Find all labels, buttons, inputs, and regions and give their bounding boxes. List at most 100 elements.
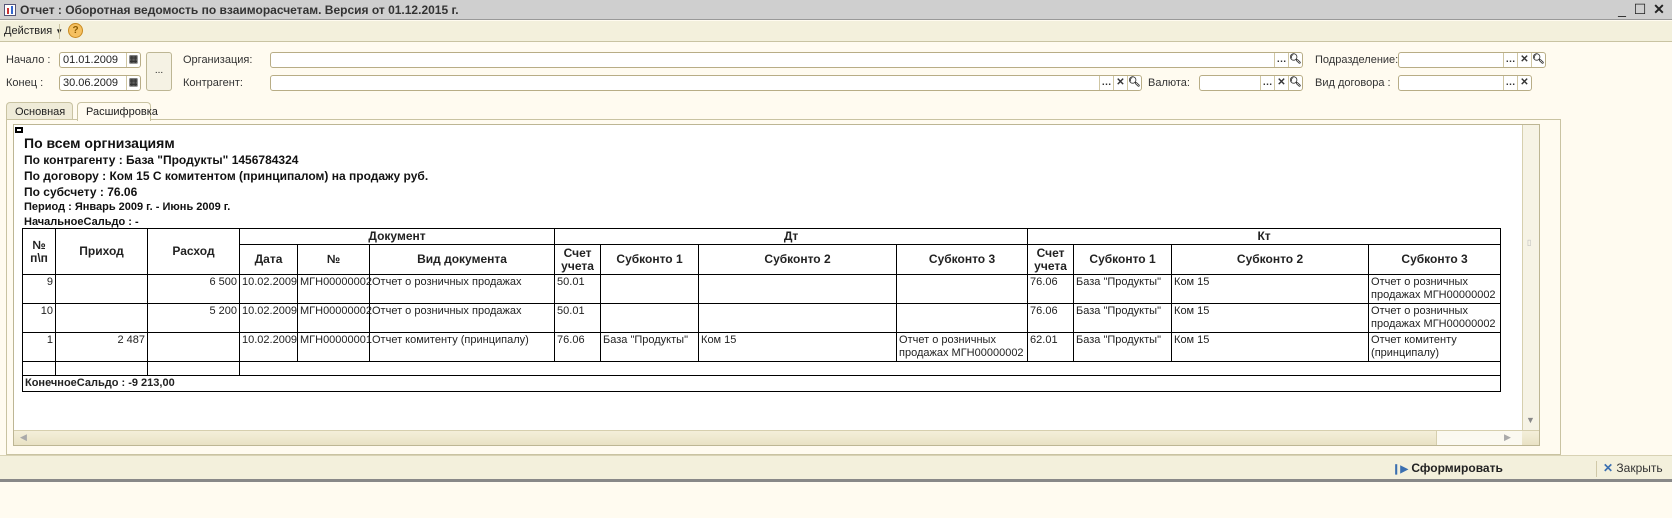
cell-doctype: Отчет о розничных продажах bbox=[368, 303, 556, 333]
calendar-icon[interactable]: ▦ bbox=[126, 53, 140, 67]
close-button[interactable]: ✕ Закрыть bbox=[1603, 461, 1663, 475]
generate-button[interactable]: ❙▶ Сформировать bbox=[1392, 461, 1503, 475]
select-button[interactable]: … bbox=[1099, 76, 1113, 90]
report-period: Период : Январь 2009 г. - Июнь 2009 г. bbox=[24, 201, 231, 213]
cell-dt-s3: Отчет о розничных продажах МГН00000002 bbox=[896, 332, 1029, 362]
col-income: Приход bbox=[55, 228, 148, 275]
col-dt-sub3: Субконто 3 bbox=[896, 244, 1029, 275]
cell-kt-s2: Ком 15 bbox=[1171, 332, 1370, 362]
cell-kt-s1: База "Продукты" bbox=[1073, 332, 1173, 362]
horizontal-scrollbar[interactable]: ◀ ▶ bbox=[14, 430, 1539, 445]
currency-input[interactable]: … ✕ 🔍︎ bbox=[1199, 75, 1303, 91]
calendar-icon[interactable]: ▦ bbox=[126, 76, 140, 90]
col-kt-sub3: Субконто 3 bbox=[1368, 244, 1502, 275]
cell-dt-s1 bbox=[600, 274, 700, 304]
cell-docnum: МГН00000001 bbox=[297, 332, 372, 362]
scroll-thumb[interactable]: ▯ bbox=[1527, 238, 1531, 247]
cell-kt-s1: База "Продукты" bbox=[1073, 303, 1173, 333]
col-kt-sub1: Субконто 1 bbox=[1073, 244, 1173, 275]
cell-income bbox=[55, 274, 148, 304]
select-button[interactable]: … bbox=[1260, 76, 1274, 90]
col-kt: Кт bbox=[1027, 228, 1502, 245]
search-icon[interactable]: 🔍︎ bbox=[1127, 76, 1141, 90]
scroll-left-arrow-icon[interactable]: ◀ bbox=[20, 432, 27, 443]
counterparty-input[interactable]: … ✕ 🔍︎ bbox=[270, 75, 1142, 91]
organization-input[interactable]: … 🔍︎ bbox=[270, 52, 1303, 68]
cell-n: 1 bbox=[22, 332, 56, 362]
division-input[interactable]: … ✕ 🔍︎ bbox=[1398, 52, 1546, 68]
org-label: Организация: bbox=[183, 54, 253, 66]
cell-doctype: Отчет о розничных продажах bbox=[368, 274, 556, 304]
col-expense: Расход bbox=[147, 228, 240, 275]
select-button[interactable]: … bbox=[1274, 53, 1288, 67]
cell-income bbox=[55, 303, 148, 333]
period-select-button[interactable]: ... bbox=[146, 52, 172, 91]
clear-icon[interactable]: ✕ bbox=[1274, 76, 1288, 90]
search-icon[interactable]: 🔍︎ bbox=[1531, 53, 1545, 67]
start-date-input[interactable]: 01.01.2009 ▦ bbox=[59, 52, 141, 68]
vertical-scrollbar[interactable]: ▯ ▼ bbox=[1522, 125, 1539, 430]
cell-docnum: МГН00000002 bbox=[297, 303, 372, 333]
cell-dt-s3 bbox=[896, 274, 1029, 304]
group-collapse-icon[interactable] bbox=[15, 127, 23, 133]
col-dt: Дт bbox=[554, 228, 1029, 245]
cell-dt-s2: Ком 15 bbox=[698, 332, 898, 362]
cell-date: 10.02.2009 bbox=[239, 332, 298, 362]
cell-kt-acc: 62.01 bbox=[1027, 332, 1075, 362]
col-docnum: № bbox=[297, 244, 370, 275]
table-row: 10 5 200 10.02.2009 МГН00000002 Отчет о розн… bbox=[22, 303, 1502, 333]
cell-dt-s1: База "Продукты" bbox=[600, 332, 700, 362]
end-date-value: 30.06.2009 bbox=[63, 77, 119, 89]
minimize-button[interactable]: _ bbox=[1614, 1, 1630, 17]
close-window-button[interactable]: ✕ bbox=[1651, 1, 1667, 17]
cell-docnum: МГН00000002 bbox=[297, 274, 372, 304]
title-bar: Отчет : Оборотная ведомость по взаиморас… bbox=[0, 0, 1672, 20]
bottom-bar: ❙▶ Сформировать ✕ Закрыть bbox=[0, 455, 1672, 482]
tab-details[interactable]: Расшифровка bbox=[77, 102, 158, 121]
opening-balance: НачальноеСальдо : - bbox=[24, 216, 139, 228]
report-spreadsheet[interactable]: По всем оргнизациям По контрагенту : Баз… bbox=[13, 124, 1540, 446]
cell-dt-s2 bbox=[698, 303, 898, 333]
bottom-divider bbox=[1596, 461, 1597, 477]
contract-type-input[interactable]: … ✕ bbox=[1398, 75, 1532, 91]
cell-dt-s1 bbox=[600, 303, 700, 333]
maximize-button[interactable]: ☐ bbox=[1632, 1, 1648, 17]
cell-dt-acc: 76.06 bbox=[554, 332, 602, 362]
counterparty-label: Контрагент: bbox=[183, 77, 243, 89]
report-header-subaccount: По субсчету : 76.06 bbox=[24, 185, 138, 199]
col-document: Документ bbox=[238, 228, 556, 245]
report-header-contract: По договору : Ком 15 С комитентом (принц… bbox=[24, 169, 429, 183]
cell-kt-acc: 76.06 bbox=[1027, 274, 1075, 304]
cell-dt-acc: 50.01 bbox=[554, 303, 602, 333]
start-label: Начало : bbox=[6, 54, 51, 66]
tab-main[interactable]: Основная bbox=[6, 102, 73, 120]
clear-icon[interactable]: ✕ bbox=[1517, 53, 1531, 67]
col-dt-account: Счет учета bbox=[554, 244, 602, 275]
select-button[interactable]: … bbox=[1503, 53, 1517, 67]
cell-expense: 6 500 bbox=[147, 274, 240, 304]
scroll-right-arrow-icon[interactable]: ▶ bbox=[1504, 432, 1511, 443]
scroll-down-arrow-icon[interactable]: ▼ bbox=[1526, 415, 1535, 425]
select-button[interactable]: … bbox=[1503, 76, 1517, 90]
cell-date: 10.02.2009 bbox=[239, 303, 298, 333]
end-date-input[interactable]: 30.06.2009 ▦ bbox=[59, 75, 141, 91]
division-label: Подразделение: bbox=[1315, 54, 1399, 66]
col-dt-sub1: Субконто 1 bbox=[600, 244, 700, 275]
closing-balance: КонечноеСальдо : -9 213,00 bbox=[21, 375, 1502, 392]
col-dt-sub2: Субконто 2 bbox=[698, 244, 898, 275]
cell-kt-s1: База "Продукты" bbox=[1073, 274, 1173, 304]
search-icon[interactable]: 🔍︎ bbox=[1288, 76, 1302, 90]
end-label: Конец : bbox=[6, 77, 44, 89]
currency-label: Валюта: bbox=[1148, 77, 1190, 89]
clear-icon[interactable]: ✕ bbox=[1517, 76, 1531, 90]
search-icon[interactable]: 🔍︎ bbox=[1288, 53, 1302, 67]
generate-label: Сформировать bbox=[1411, 461, 1503, 475]
actions-menu[interactable]: Действия ▼ bbox=[4, 25, 63, 37]
clear-icon[interactable]: ✕ bbox=[1113, 76, 1127, 90]
cell-dt-s2 bbox=[698, 274, 898, 304]
col-num: № п\п bbox=[22, 228, 56, 275]
col-date: Дата bbox=[239, 244, 298, 275]
close-label: Закрыть bbox=[1616, 461, 1663, 475]
window-title: Отчет : Оборотная ведомость по взаиморас… bbox=[20, 3, 459, 17]
help-icon[interactable]: ? bbox=[68, 23, 83, 38]
